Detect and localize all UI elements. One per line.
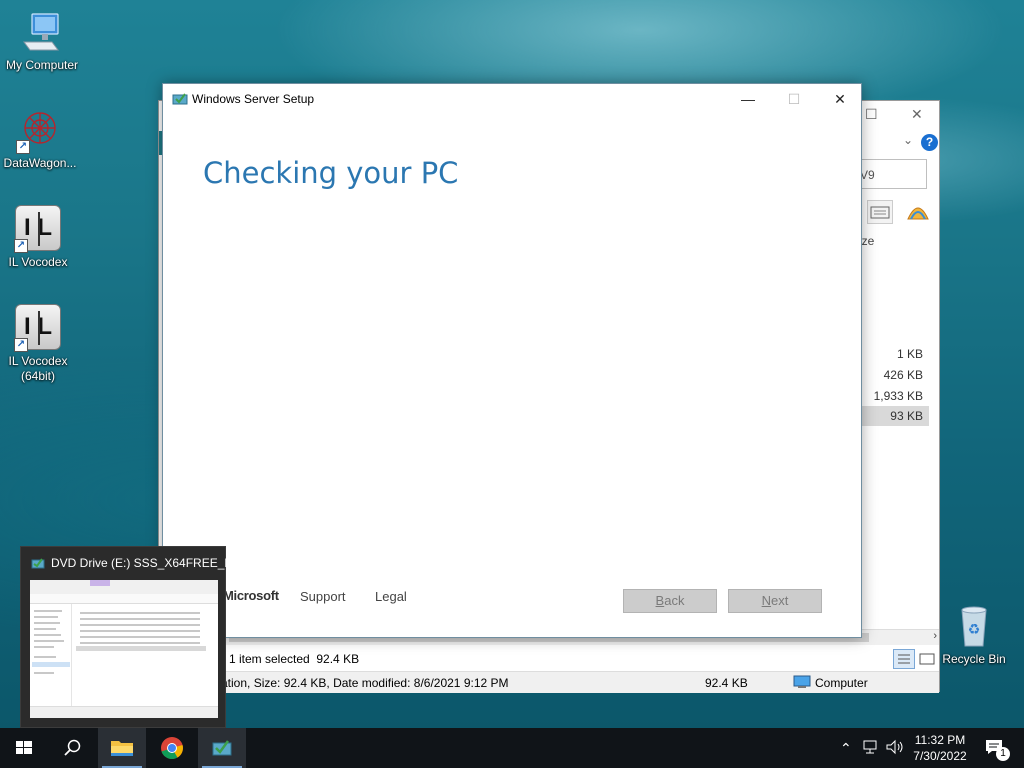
taskbar-app-chrome[interactable] [148,728,196,768]
desktop-icon-label: Recycle Bin [942,652,1006,666]
windows-logo-icon [16,741,32,754]
action-center-button[interactable]: 1 [984,738,1010,761]
setup-window-title: Windows Server Setup [192,92,315,106]
volume-icon[interactable] [885,738,905,759]
computer-icon [793,675,811,689]
svg-text:♻: ♻ [968,622,981,638]
back-label: ack [664,593,685,608]
address-bar[interactable]: V9 [859,159,927,189]
shell-icon[interactable] [905,199,931,225]
desktop-icon-datawagon[interactable]: ↗ DataWagon... [0,106,82,171]
network-icon[interactable] [862,738,880,759]
setup-title-bar[interactable]: Windows Server Setup — ☐ ✕ [163,84,861,114]
back-button[interactable]: Back [623,589,717,613]
computer-icon [18,8,66,56]
setup-icon [31,557,45,569]
taskbar-clock[interactable]: 11:32 PM 7/30/2022 [904,732,976,764]
shortcut-arrow-icon: ↗ [16,140,30,154]
thumbnail-title: DVD Drive (E:) SSS_X64FREE_E... [51,556,243,570]
page-heading: Checking your PC [203,156,459,190]
back-accelerator: B [655,593,665,608]
desktop-icon-label: IL Vocodex (64bit) [8,354,68,383]
large-icons-view-icon[interactable] [917,650,937,668]
clock-time: 11:32 PM [914,733,966,747]
close-icon[interactable]: ✕ [911,106,923,123]
file-size-cell-selected[interactable]: 93 KB [861,406,929,426]
show-hidden-icons-chevron-icon[interactable]: ⌃ [840,740,852,757]
start-button[interactable] [0,728,48,768]
setup-dialog[interactable]: Windows Server Setup — ☐ ✕ Checking your… [162,83,862,638]
setup-icon [212,740,232,756]
search-button[interactable] [48,728,96,768]
desktop-icon-il-vocodex[interactable]: I L ↗ IL Vocodex [0,205,80,270]
desktop-icon-il-vocodex-64bit[interactable]: I L ↗ IL Vocodex (64bit) [0,304,80,384]
taskbar-app-setup[interactable] [198,728,246,768]
close-button[interactable]: ✕ [817,84,863,114]
location-status: Computer [815,676,868,690]
thumbnail-preview-image [30,580,218,718]
address-text: V9 [860,168,875,182]
notification-count-badge: 1 [996,747,1010,761]
desktop-icon-label: IL Vocodex [8,255,68,269]
datawagon-icon: ↗ [16,106,64,154]
status-bar-selection: 1 item selected 92.4 KB [159,649,939,671]
details-view-icon[interactable] [893,649,915,669]
next-label: ext [771,593,789,608]
clock-date: 7/30/2022 [913,749,967,763]
details-size: 92.4 KB [705,676,748,690]
maximize-button[interactable]: ☐ [771,84,817,114]
search-icon [64,739,81,756]
file-explorer-icon [111,741,133,756]
minimize-button[interactable]: — [725,84,771,114]
taskbar-app-file-explorer[interactable] [98,728,146,768]
taskbar: ⌃ 11:32 PM 7/30/2022 1 [0,728,1024,768]
maximize-icon[interactable]: ☐ [865,106,878,123]
desktop-icon-label: DataWagon... [3,156,77,170]
status-bar-details: cation, Size: 92.4 KB, Date modified: 8/… [159,671,939,693]
chrome-icon [161,737,183,760]
help-icon[interactable]: ? [921,134,938,151]
taskbar-thumbnail-preview[interactable]: DVD Drive (E:) SSS_X64FREE_E... [20,546,242,728]
desktop-icon-my-computer[interactable]: My Computer [0,8,84,73]
support-link[interactable]: Support [300,589,346,604]
il-vocodex-icon: I L ↗ [14,205,62,253]
next-button[interactable]: Next [728,589,822,613]
preview-pane-button[interactable] [867,200,893,224]
microsoft-logo-text: Microsoft [223,588,279,603]
shortcut-arrow-icon: ↗ [14,338,28,352]
scroll-right-icon[interactable]: › [933,630,937,642]
next-accelerator: N [761,593,772,608]
il-vocodex-icon: I L ↗ [14,304,62,352]
setup-icon [172,91,188,105]
desktop-icon-label: My Computer [5,58,79,72]
details-status: cation, Size: 92.4 KB, Date modified: 8/… [215,676,509,690]
recycle-bin-icon: ♻ [950,602,998,650]
legal-link[interactable]: Legal [375,589,407,604]
shortcut-arrow-icon: ↗ [14,239,28,253]
desktop-icon-recycle-bin[interactable]: ♻ Recycle Bin [932,602,1016,667]
chevron-down-icon[interactable]: ⌄ [903,133,913,147]
selection-status: 1 item selected 92.4 KB [229,652,360,666]
